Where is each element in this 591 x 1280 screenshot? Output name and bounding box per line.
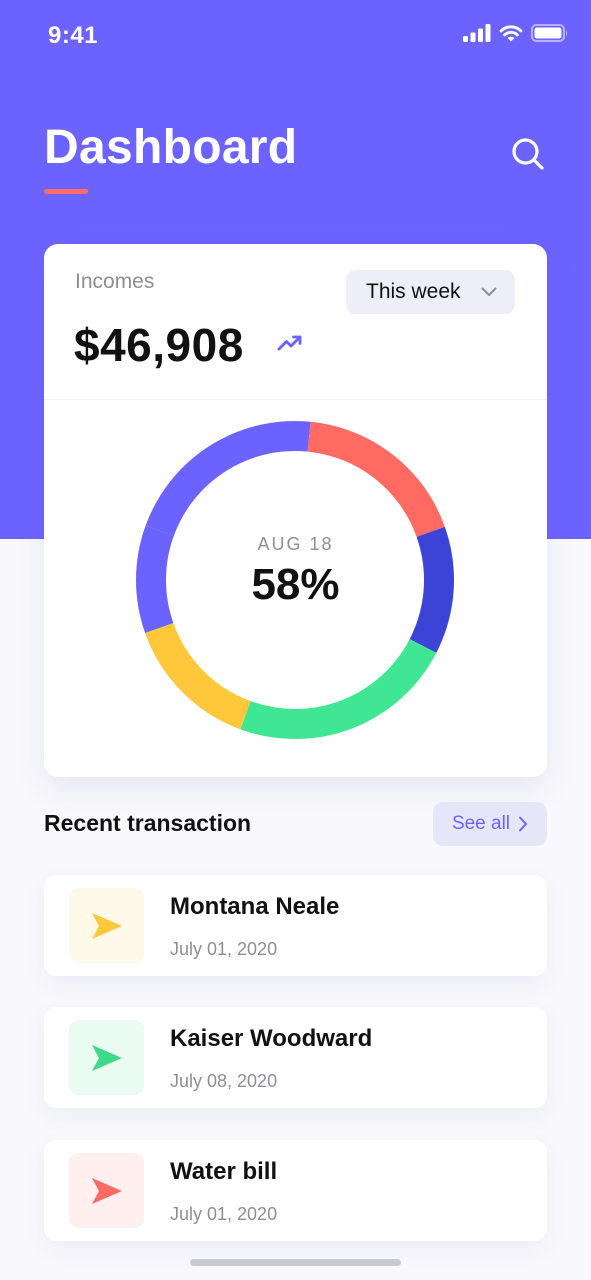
trending-up-icon xyxy=(277,335,302,351)
transaction-card[interactable]: Montana Neale July 01, 2020 xyxy=(44,875,547,976)
transaction-card[interactable]: Kaiser Woodward July 08, 2020 xyxy=(44,1007,547,1108)
transaction-icon-box xyxy=(69,888,144,963)
transaction-name: Water bill xyxy=(170,1158,278,1185)
period-select[interactable]: This week xyxy=(346,270,515,314)
battery-icon xyxy=(531,24,568,42)
income-card: Incomes This week $46,908 AUG 18 58% xyxy=(44,244,547,777)
transaction-icon-box xyxy=(69,1020,144,1095)
cellular-signal-icon xyxy=(463,24,491,42)
chevron-right-icon xyxy=(519,816,528,832)
status-bar: 9:41 xyxy=(0,0,591,72)
status-time: 9:41 xyxy=(48,22,99,49)
transaction-icon-box xyxy=(69,1153,144,1228)
donut-percent: 58% xyxy=(251,560,340,609)
search-icon xyxy=(512,138,544,170)
transaction-name: Montana Neale xyxy=(170,893,340,920)
title-underline xyxy=(44,189,88,194)
card-divider xyxy=(44,399,547,400)
income-label: Incomes xyxy=(75,270,155,293)
transaction-card[interactable]: Water bill July 01, 2020 xyxy=(44,1140,547,1241)
see-all-button[interactable]: See all xyxy=(433,802,547,846)
recent-transactions-title: Recent transaction xyxy=(44,810,252,836)
transaction-date: July 01, 2020 xyxy=(170,1204,278,1224)
transaction-date: July 01, 2020 xyxy=(170,939,278,959)
home-indicator xyxy=(190,1259,401,1266)
see-all-label: See all xyxy=(451,813,511,834)
send-icon xyxy=(91,1177,122,1204)
transaction-date: July 08, 2020 xyxy=(170,1071,278,1091)
donut-date: AUG 18 xyxy=(257,534,334,554)
search-button[interactable] xyxy=(506,132,550,176)
page-title: Dashboard xyxy=(44,121,298,174)
period-select-value: This week xyxy=(366,280,461,303)
wifi-icon xyxy=(499,25,523,42)
income-amount: $46,908 xyxy=(74,319,244,371)
transaction-name: Kaiser Woodward xyxy=(170,1025,373,1052)
status-icons xyxy=(463,24,569,42)
send-icon xyxy=(91,1044,122,1071)
chevron-down-icon xyxy=(481,287,497,296)
send-icon xyxy=(91,912,122,939)
